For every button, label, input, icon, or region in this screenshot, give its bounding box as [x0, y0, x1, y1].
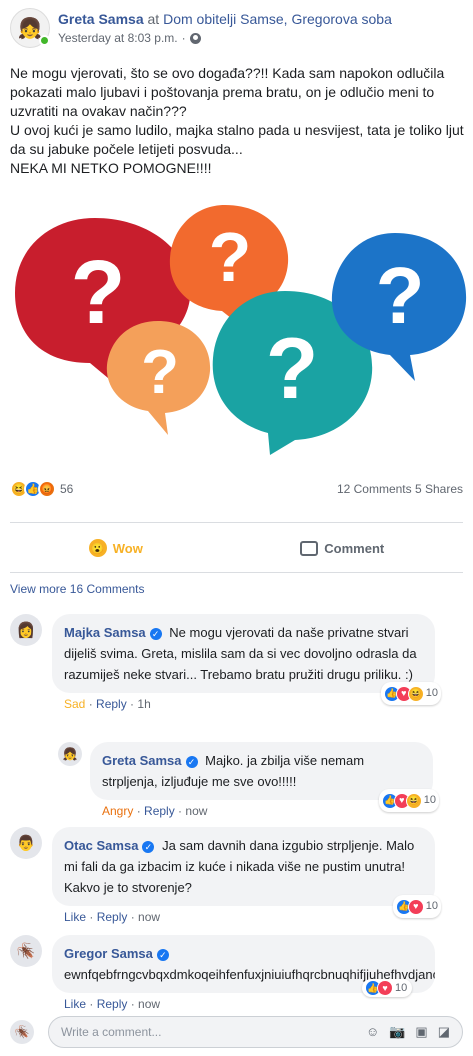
commenter-avatar[interactable]: 👩 [10, 614, 42, 646]
question-mark-orange: ? [209, 218, 252, 296]
comment-button[interactable]: Comment [300, 540, 385, 556]
post-text: Ne mogu vjerovati, što se ovo događa??!!… [10, 65, 464, 176]
commenter-avatar[interactable]: 👨 [10, 827, 42, 859]
comment-bubble: Majka Samsa ✓ Ne mogu vjerovati da naše p… [52, 614, 441, 705]
author-name[interactable]: Greta Samsa [58, 11, 144, 27]
write-comment-box: 🪳 Write a comment... ☺ 📷 ▣ ◪ [10, 1016, 463, 1048]
current-user-avatar[interactable]: 🪳 [10, 1020, 34, 1044]
reply-comment: 👧 Greta Samsa ✓ Majko. ja zbilja više nem… [58, 742, 439, 818]
divider [10, 522, 463, 523]
reply-link[interactable]: Reply [97, 910, 128, 924]
verified-icon: ✓ [149, 627, 162, 640]
post-header: 👧 Greta Samsa at Dom obitelji Samse, Gre… [10, 8, 392, 48]
divider [10, 572, 463, 573]
wow-button[interactable]: 😮 Wow [88, 539, 143, 557]
comment: 🪳 Gregor Samsa ✓ ewnfqebfrngcvbqxdmkoqeih… [10, 935, 435, 1011]
commenter-avatar[interactable]: 🪳 [10, 935, 42, 967]
comment-input[interactable]: Write a comment... ☺ 📷 ▣ ◪ [48, 1016, 463, 1048]
sad-reaction-link[interactable]: Sad [64, 697, 85, 711]
comment-icon [300, 540, 319, 556]
comment-input-placeholder: Write a comment... [61, 1025, 162, 1039]
commenter-avatar[interactable]: 👧 [58, 742, 82, 766]
comment-time[interactable]: now [138, 997, 160, 1011]
angry-reaction-link[interactable]: Angry [102, 804, 133, 818]
post-actions: 😮 Wow Comment [10, 530, 463, 566]
comment-meta: Sad · Reply · 1h [64, 697, 151, 711]
at-label: at [147, 11, 160, 27]
comment-reactions[interactable]: 👍 ♥ 10 [392, 895, 441, 918]
question-mark-teal: ? [266, 321, 319, 417]
emoji-icon[interactable]: ☺ [366, 1024, 379, 1040]
reply-link[interactable]: Reply [96, 697, 127, 711]
angry-reaction-icon: 😡 [38, 480, 56, 498]
verified-icon: ✓ [142, 840, 155, 853]
comment: 👩 Majka Samsa ✓ Ne mogu vjerovati da naše… [10, 614, 441, 711]
question-mark-light-orange: ? [141, 338, 179, 407]
post-time[interactable]: Yesterday at 8:03 p.m. [58, 31, 178, 45]
comment: 👨 Otac Samsa ✓ Ja sam davnih dana izgubio… [10, 827, 441, 924]
commenter-name[interactable]: Otac Samsa [64, 838, 138, 853]
verified-icon: ✓ [185, 755, 198, 768]
reaction-count: 10 [423, 794, 436, 806]
wow-label: Wow [112, 540, 143, 556]
comment-time[interactable]: now [138, 910, 160, 924]
reaction-count: 10 [395, 982, 408, 994]
sticker-icon[interactable]: ◪ [438, 1024, 450, 1040]
reaction-count: 10 [425, 687, 438, 699]
author-avatar[interactable]: 👧 [10, 8, 50, 48]
wow-reaction-icon: 😮 [88, 539, 107, 557]
verified-icon: ✓ [156, 948, 169, 961]
comment-meta: Like · Reply · now [64, 997, 161, 1011]
reaction-count: 56 [60, 482, 74, 496]
question-mark-red: ? [71, 243, 126, 343]
comment-time[interactable]: now [185, 804, 207, 818]
reaction-summary[interactable]: 😆 👍 😡 56 [10, 480, 73, 498]
view-more-comments-link[interactable]: View more 16 Comments [10, 582, 145, 596]
commenter-name[interactable]: Majka Samsa [64, 625, 146, 640]
haha-reaction-icon: 😆 [405, 792, 422, 809]
commenter-name[interactable]: Greta Samsa [102, 753, 182, 768]
comment-time[interactable]: 1h [137, 697, 150, 711]
love-reaction-icon: ♥ [377, 980, 393, 996]
comments-shares-count[interactable]: 12 Comments 5 Shares [337, 482, 463, 496]
like-link[interactable]: Like [64, 997, 86, 1011]
post-image[interactable]: ? ? ? ? ? [0, 183, 473, 461]
commenter-name[interactable]: Gregor Samsa [64, 946, 153, 961]
globe-icon[interactable] [189, 32, 201, 44]
haha-reaction-icon: 😆 [407, 685, 424, 702]
comment-reactions[interactable]: 👍 ♥ 😆 10 [380, 682, 441, 705]
separator: · [181, 31, 186, 45]
comment-bubble: Greta Samsa ✓ Majko. ja zbilja više nemam… [90, 742, 439, 812]
like-link[interactable]: Like [64, 910, 86, 924]
gif-icon[interactable]: ▣ [415, 1024, 427, 1040]
comment-bubble: Otac Samsa ✓ Ja sam davnih dana izgubio s… [52, 827, 441, 918]
facebook-post: 👧 Greta Samsa at Dom obitelji Samse, Gre… [0, 0, 473, 1056]
reply-link[interactable]: Reply [97, 997, 128, 1011]
comment-label: Comment [324, 540, 385, 556]
comment-reactions[interactable]: 👍 ♥ 😆 10 [378, 789, 439, 812]
comment-reactions[interactable]: 👍 ♥ 10 [362, 979, 412, 997]
reaction-count: 10 [425, 900, 438, 912]
question-mark-blue: ? [376, 251, 425, 340]
post-stats: 😆 👍 😡 56 12 Comments 5 Shares [10, 480, 463, 498]
love-reaction-icon: ♥ [407, 898, 424, 915]
online-indicator [39, 35, 50, 46]
reply-link[interactable]: Reply [144, 804, 175, 818]
camera-icon[interactable]: 📷 [389, 1024, 405, 1040]
location-link[interactable]: Dom obitelji Samse, Gregorova soba [163, 11, 392, 27]
comment-meta: Like · Reply · now [64, 910, 161, 924]
